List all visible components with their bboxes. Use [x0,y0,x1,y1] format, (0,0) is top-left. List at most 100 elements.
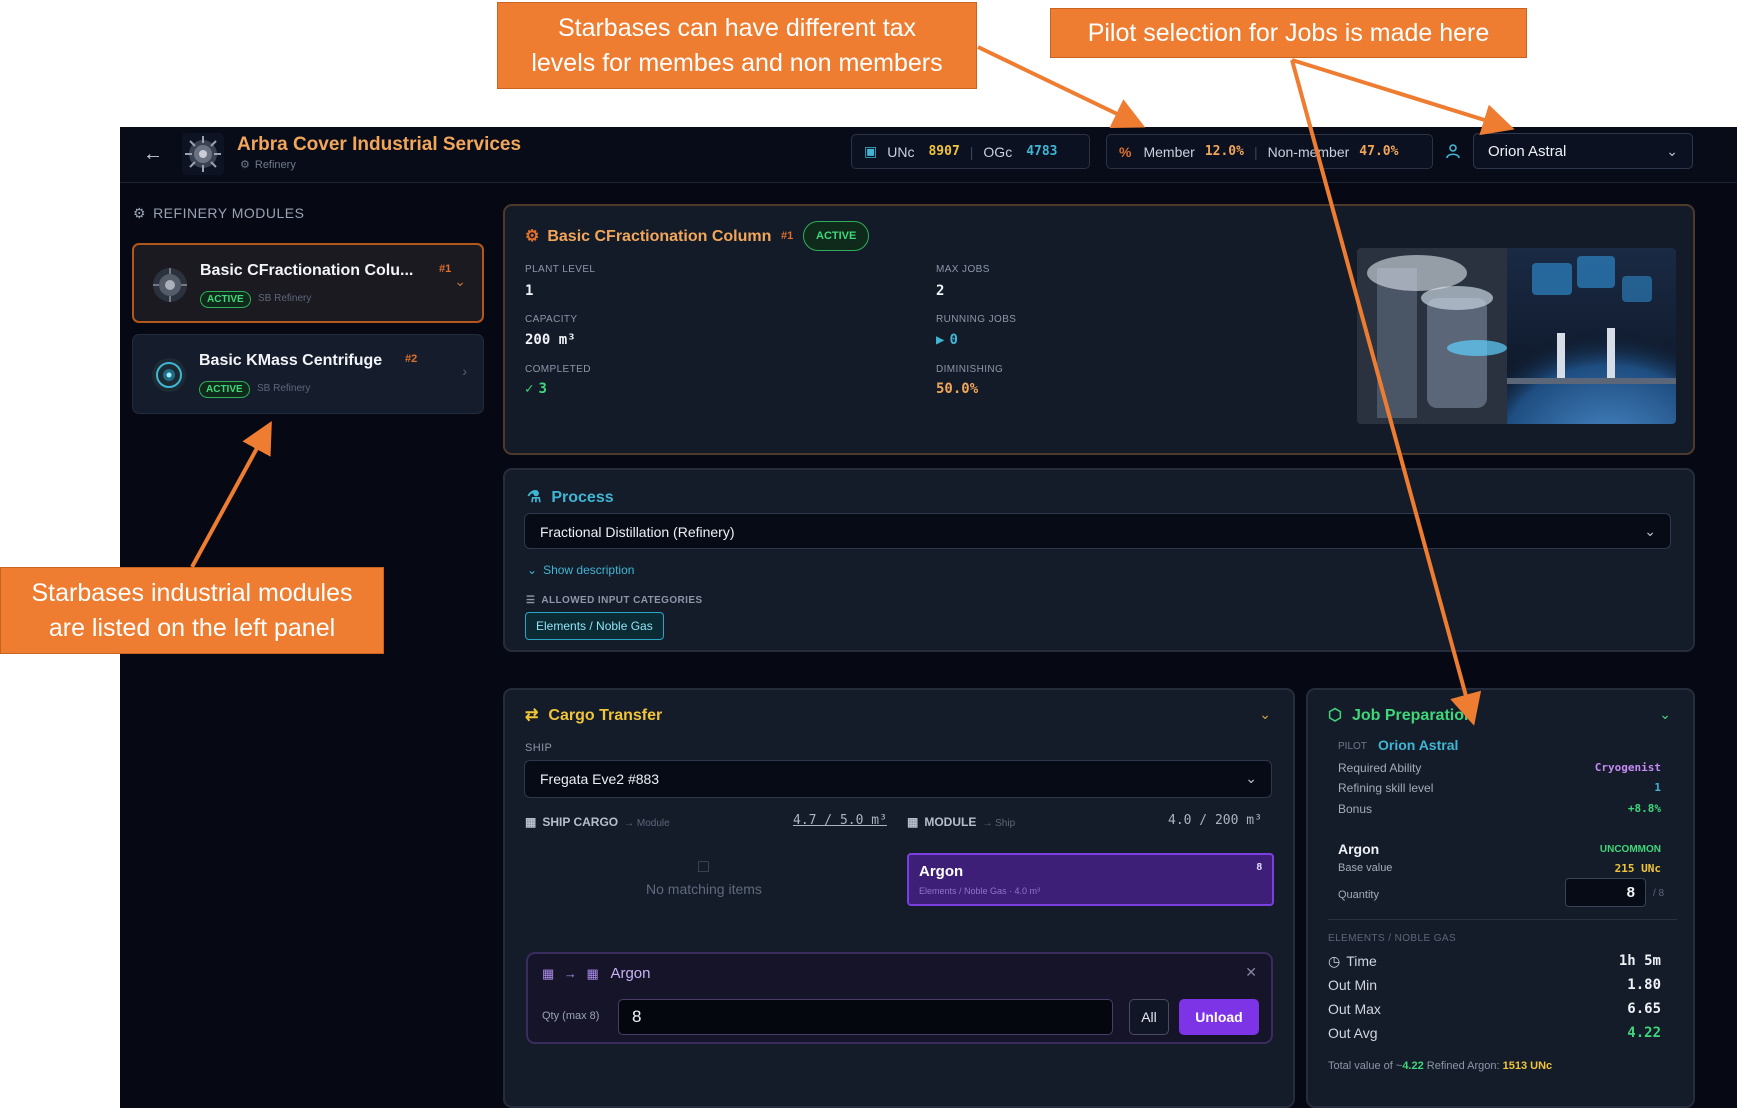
starbase-type: Refinery [254,159,296,171]
time-label: ◷ Time [1328,953,1377,970]
cargo-transfer-title-text: Cargo Transfer [548,707,663,724]
status-badge: ACTIVE [200,291,251,308]
pilot-select[interactable]: Orion Astral ⌄ [1473,133,1693,169]
starbase-subtitle: ⚙ Refinery [240,158,296,171]
out-avg-value: 4.22 [1627,1025,1661,1041]
max-jobs-label: MAX JOBS [936,264,990,275]
storage-icon: ▦ [542,966,555,981]
transfer-direction: ▦ → ▦ Argon [542,965,651,982]
close-icon[interactable]: ✕ [1245,964,1257,981]
time-label-text: Time [1346,953,1377,969]
total-qty: 4.22 [1402,1060,1424,1072]
module-item-card[interactable]: Argon 8 Elements / Noble Gas · 4.0 m³ [907,853,1274,906]
status-badge: ACTIVE [199,381,250,398]
plant-level-value: 1 [525,283,534,299]
unload-button[interactable]: Unload [1179,999,1259,1035]
out-min-label: Out Min [1328,977,1378,993]
top-bar: ← Arbra Cover Industrial Services ⚙ Refin… [120,127,1737,183]
bonus-label: Bonus [1338,802,1373,816]
process-panel: ⚗ Process Fractional Distillation (Refine… [503,468,1695,652]
ship-select[interactable]: Fregata Eve2 #883 ⌄ [524,760,1272,798]
required-ability-value: Cryogenist [1594,761,1661,774]
pilot-name: Orion Astral [1378,737,1459,753]
nonmember-tax-value: 47.0% [1359,144,1399,159]
back-arrow-icon[interactable]: ← [140,141,166,167]
chevron-right-icon: › [462,363,467,379]
collapse-chevron-icon[interactable]: ⌄ [1659,706,1671,723]
ogc-value: 4783 [1026,144,1058,159]
fractionation-module-icon [153,268,187,302]
play-circle-icon: ▶ [936,332,945,348]
unc-value: 8907 [928,144,960,159]
required-ability-label: Required Ability [1338,761,1422,775]
ogc-label: OGc [983,143,1013,160]
flask-icon: ⚗ [527,489,542,506]
transfer-item-name: Argon [610,965,651,982]
chevron-down-icon: ⌄ [454,273,466,289]
arrow-right-icon: → [563,966,577,981]
module-details-title: ⚙ Basic CFractionation Column [525,226,771,246]
out-max-value: 6.65 [1627,1001,1661,1017]
wallet-icon: ▣ [864,143,878,159]
all-button[interactable]: All [1129,999,1169,1035]
capacity-label: CAPACITY [525,314,578,325]
process-select[interactable]: Fractional Distillation (Refinery) ⌄ [524,513,1671,549]
skill-level-label: Refining skill level [1338,781,1434,795]
member-tax-label: Member [1143,143,1195,160]
base-value: 215 UNc [1614,862,1661,875]
ship-cargo-hint: → Module [624,818,670,829]
qty-input[interactable]: 8 [618,999,1113,1035]
module-storage-label: MODULE [924,815,977,829]
sidebar-item-module-1[interactable]: Basic CFractionation Colu... #1 ACTIVE S… [132,243,484,323]
module-storage-value: 4.0 / 200 m³ [1168,813,1262,828]
check-circle-icon: ✓ [525,381,534,397]
ship-cargo-label: SHIP CARGO [542,815,619,829]
ship-select-value: Fregata Eve2 #883 [540,771,660,787]
callout-tax-line-2: levels for membes and non members [531,49,943,77]
module-meta: SB Refinery [258,293,312,304]
module-name: Basic CFractionation Colu... [200,262,414,279]
cargo-transfer-title: ⇄ Cargo Transfer [525,705,662,725]
unc-label: UNc [887,143,915,160]
out-avg-label: Out Avg [1328,1025,1378,1041]
item-meta: Elements / Noble Gas · 4.0 m³ [919,886,1041,896]
module-details-panel: ⚙ Basic CFractionation Column #1 ACTIVE P… [503,204,1695,455]
collapse-chevron-icon[interactable]: ⌄ [1259,706,1271,723]
empty-cargo-text: No matching items [646,881,762,897]
total-value-line: Total value of ~4.22 Refined Argon: 1513… [1328,1060,1552,1072]
time-value: 1h 5m [1618,953,1661,969]
allowed-input-label-text: ALLOWED INPUT CATEGORIES [541,595,703,606]
running-jobs: ▶ 0 [936,332,958,348]
callout-modules-line-2: are listed on the left panel [48,614,336,642]
diminishing-label: DIMINISHING [936,364,1004,375]
module-illustration [1357,248,1676,424]
storage-icon: ▦ [907,815,919,829]
quantity-max: / 8 [1653,888,1665,899]
pilot-select-value: Orion Astral [1488,143,1567,160]
gear-icon: ⚙ [133,205,147,221]
job-preparation-title-text: Job Preparation [1351,707,1474,724]
callout-pilot-text: Pilot selection for Jobs is made here [1087,19,1490,47]
show-description-link[interactable]: ⌄ Show description [527,563,634,577]
module-number: #1 [439,263,452,275]
quantity-label: Quantity [1338,889,1379,901]
total-value: 1513 UNc [1502,1060,1553,1072]
bonus-value: +8.8% [1627,802,1661,815]
starbase-logo [182,133,224,175]
job-category: ELEMENTS / NOBLE GAS [1328,933,1457,944]
base-value-label: Base value [1338,862,1393,874]
transfer-box: ▦ → ▦ Argon ✕ Qty (max 8) 8 All Unload [526,952,1273,1044]
item-name: Argon [919,863,964,880]
quantity-input[interactable]: 8 [1565,878,1646,907]
callout-tax-line-1: Starbases can have different tax [557,14,917,42]
capacity-value: 200 m³ [525,332,576,348]
box-icon: □ [698,856,709,876]
out-min-value: 1.80 [1627,977,1661,993]
chevron-down-icon: ⌄ [527,563,538,577]
nonmember-tax-label: Non-member [1267,143,1350,160]
sidebar-item-module-2[interactable]: Basic KMass Centrifuge #2 ACTIVE SB Refi… [132,334,484,414]
clock-icon: ◷ [1328,953,1341,969]
flask-icon: ⚙ [240,159,250,171]
cube-icon: ⬡ [1328,707,1342,724]
rarity-badge: UNCOMMON [1599,844,1661,855]
